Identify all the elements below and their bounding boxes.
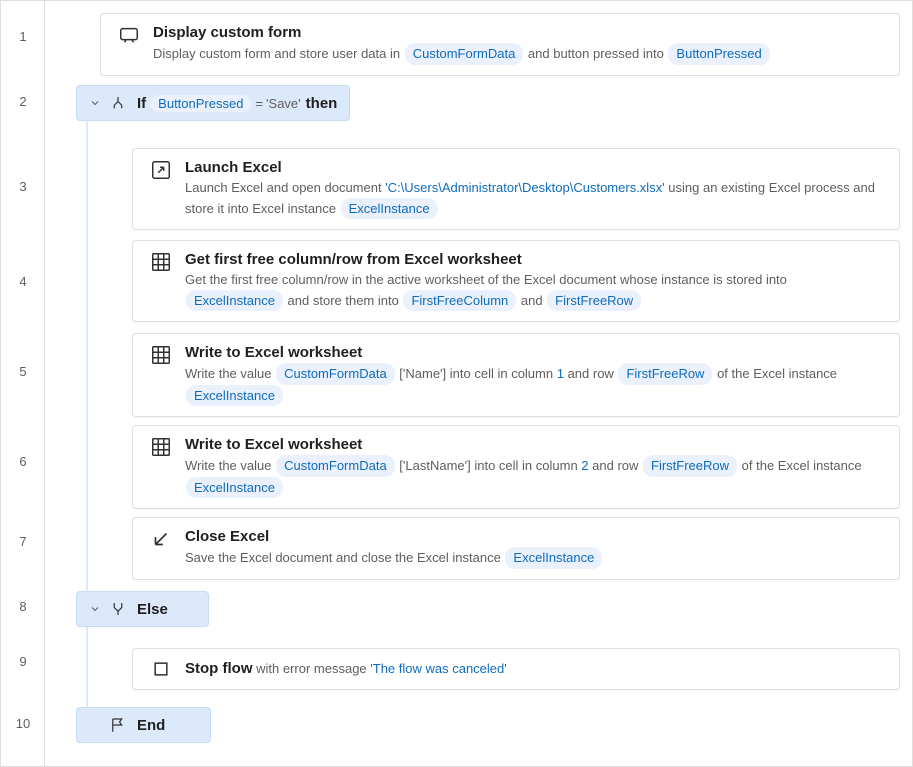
action-description: Write the value CustomFormData ['LastNam…	[185, 455, 885, 498]
action-description: Get the first free column/row in the act…	[185, 270, 885, 311]
excel-icon	[147, 251, 175, 273]
line-number: 6	[1, 453, 45, 469]
var-firstfreerow[interactable]: FirstFreeRow	[643, 455, 737, 477]
line-number: 1	[1, 28, 45, 44]
if-keyword: If	[137, 95, 146, 112]
action-close-excel[interactable]: Close Excel Save the Excel document and …	[132, 517, 900, 580]
var-customformdata[interactable]: CustomFormData	[276, 363, 395, 385]
var-customformdata[interactable]: CustomFormData	[405, 43, 524, 65]
var-customformdata[interactable]: CustomFormData	[276, 455, 395, 477]
line-number: 8	[1, 598, 45, 614]
var-buttonpressed[interactable]: ButtonPressed	[150, 95, 251, 112]
expand-chevron-icon[interactable]	[89, 603, 101, 615]
var-excelinstance[interactable]: ExcelInstance	[186, 385, 283, 407]
var-excelinstance[interactable]: ExcelInstance	[505, 547, 602, 569]
var-excelinstance[interactable]: ExcelInstance	[186, 477, 283, 499]
action-description: Save the Excel document and close the Ex…	[185, 547, 885, 569]
line-number: 7	[1, 533, 45, 549]
action-description: Display custom form and store user data …	[153, 43, 885, 65]
var-excelinstance[interactable]: ExcelInstance	[341, 198, 438, 220]
branch-icon	[109, 94, 127, 112]
action-title: Get first free column/row from Excel wor…	[185, 251, 885, 268]
var-buttonpressed[interactable]: ButtonPressed	[668, 43, 769, 65]
condition-else[interactable]: Else	[76, 591, 209, 627]
line-number: 4	[1, 273, 45, 289]
action-stop-flow[interactable]: Stop flow with error message 'The flow w…	[132, 648, 900, 690]
var-firstfreerow[interactable]: FirstFreeRow	[547, 290, 641, 312]
launch-icon	[147, 159, 175, 181]
action-write-excel-lastname[interactable]: Write to Excel worksheet Write the value…	[132, 425, 900, 509]
else-keyword: Else	[137, 601, 168, 618]
flow-connector-line	[86, 111, 88, 725]
condition-end[interactable]: End	[76, 707, 211, 743]
line-number: 10	[1, 715, 45, 731]
else-branch-icon	[109, 600, 127, 618]
file-path: 'C:\Users\Administrator\Desktop\Customer…	[385, 180, 664, 195]
close-arrow-icon	[147, 528, 175, 550]
action-description: with error message 'The flow was cancele…	[253, 661, 507, 676]
action-write-excel-name[interactable]: Write to Excel worksheet Write the value…	[132, 333, 900, 417]
excel-icon	[147, 436, 175, 458]
action-description: Launch Excel and open document 'C:\Users…	[185, 178, 885, 219]
action-launch-excel[interactable]: Launch Excel Launch Excel and open docum…	[132, 148, 900, 230]
end-keyword: End	[137, 717, 165, 734]
expand-chevron-icon[interactable]	[89, 97, 101, 109]
action-title: Close Excel	[185, 528, 885, 545]
stop-icon	[147, 659, 175, 679]
then-keyword: then	[306, 95, 338, 112]
condition-if[interactable]: If ButtonPressed = 'Save' then	[76, 85, 350, 121]
form-icon	[115, 24, 143, 46]
action-title: Display custom form	[153, 24, 885, 41]
excel-icon	[147, 344, 175, 366]
var-firstfreerow[interactable]: FirstFreeRow	[618, 363, 712, 385]
flag-icon	[109, 716, 127, 734]
var-firstfreecolumn[interactable]: FirstFreeColumn	[403, 290, 516, 312]
action-title: Launch Excel	[185, 159, 885, 176]
action-display-custom-form[interactable]: Display custom form Display custom form …	[100, 13, 900, 76]
action-description: Write the value CustomFormData ['Name'] …	[185, 363, 885, 406]
error-message: 'The flow was canceled'	[370, 661, 506, 676]
line-number: 9	[1, 653, 45, 669]
action-title: Stop flow	[185, 660, 253, 677]
action-get-free-row[interactable]: Get first free column/row from Excel wor…	[132, 240, 900, 322]
line-number: 3	[1, 178, 45, 194]
line-number: 5	[1, 363, 45, 379]
action-title: Write to Excel worksheet	[185, 436, 885, 453]
var-excelinstance[interactable]: ExcelInstance	[186, 290, 283, 312]
action-title: Write to Excel worksheet	[185, 344, 885, 361]
line-number: 2	[1, 93, 45, 109]
